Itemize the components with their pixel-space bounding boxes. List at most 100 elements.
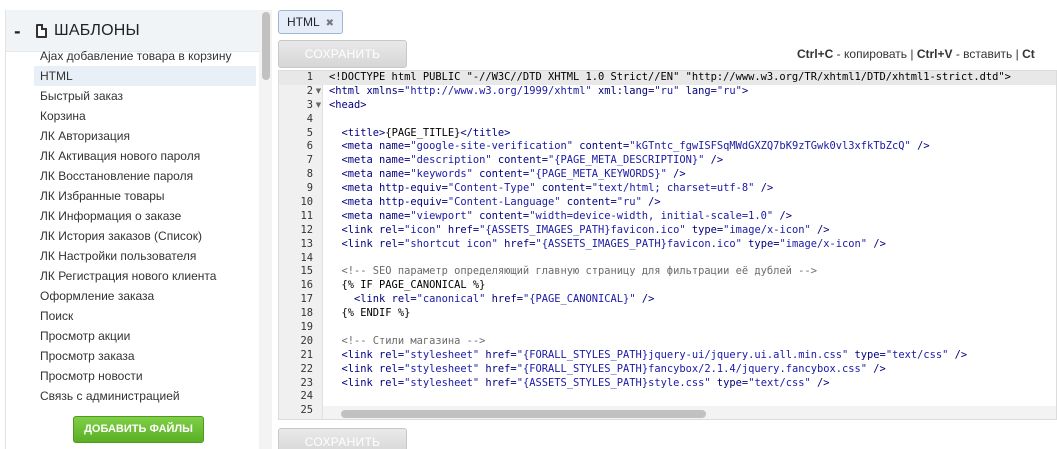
code-token: <!DOCTYPE html PUBLIC "-//W3C//DTD XHTML… — [329, 71, 1011, 83]
fold-arrow-icon[interactable]: ▼ — [314, 85, 323, 99]
code-line[interactable]: 18 {% ENDIF %} — [279, 307, 1056, 321]
code-line[interactable]: 5 <title>{PAGE_TITLE}</title> — [279, 126, 1056, 141]
template-item[interactable]: ЛК История заказов (Список) — [34, 226, 256, 246]
copy-shortcut-key: Ctrl+C — [797, 47, 834, 61]
code-token: "{ASSETS_IMAGES_PATH}favicon.ico" — [535, 237, 742, 250]
code-line[interactable]: 4 — [279, 112, 1056, 127]
template-item[interactable]: ЛК Активация нового пароля — [34, 146, 256, 166]
code-line[interactable]: 21 <link rel="stylesheet" href="{FORALL_… — [279, 348, 1056, 363]
code-line[interactable]: 14 — [279, 252, 1056, 266]
code-token: <link — [329, 362, 380, 375]
code-token: "{PAGE_META_DESCRIPTION}" — [547, 154, 705, 167]
editor-scrollbar-thumb[interactable] — [341, 410, 706, 418]
code-token: content= — [535, 182, 592, 195]
fold-arrow-icon[interactable]: ▼ — [314, 99, 323, 113]
template-item[interactable]: Поиск — [34, 306, 256, 326]
code-line[interactable]: 10 <meta http-equiv="Content-Language" c… — [279, 196, 1056, 210]
code-token: lang= — [679, 84, 717, 97]
code-token: name= — [379, 209, 411, 222]
code-token: "{PAGE_CANONICAL}" — [522, 293, 636, 306]
template-item[interactable]: ЛК Настройки пользователя — [34, 246, 256, 266]
template-item[interactable]: ЛК Избранные товары — [34, 186, 256, 206]
template-item[interactable]: Просмотр заказа — [34, 346, 256, 366]
sidebar-scrollbar-thumb[interactable] — [262, 12, 270, 80]
code-token: rel= — [379, 362, 405, 375]
code-line[interactable]: 24 — [279, 390, 1056, 404]
line-number: 4 — [306, 112, 313, 125]
code-text: <head> — [329, 99, 367, 113]
code-text: <!-- SEO параметр определяющий главную с… — [329, 265, 817, 279]
code-token: "image/x-icon" — [779, 237, 868, 250]
code-token: "stylesheet" — [404, 362, 480, 375]
code-line[interactable]: 3 ▼ <head> — [279, 99, 1056, 113]
code-token: {PAGE_TITLE} — [385, 126, 461, 139]
code-text: <html xmlns="http://www.w3.org/1999/xhtm… — [329, 85, 748, 99]
template-item[interactable]: Быстрый заказ — [34, 86, 256, 106]
template-item[interactable]: ЛК Авторизация — [34, 126, 256, 146]
template-item[interactable]: ЛК Восстановление пароля — [34, 166, 256, 186]
code-token: "text/html; charset=utf-8" — [591, 182, 755, 195]
line-number: 5 — [306, 126, 313, 139]
template-item[interactable]: Просмотр новости — [34, 366, 256, 386]
code-line[interactable]: 19 — [279, 321, 1056, 335]
code-line[interactable]: 7 <meta name="description" content="{PAG… — [279, 154, 1056, 168]
line-number: 25 — [300, 404, 313, 417]
code-line[interactable]: 16 {% IF PAGE_CANONICAL %} — [279, 279, 1056, 293]
code-line[interactable]: 15 <!-- SEO параметр определяющий главну… — [279, 265, 1056, 279]
code-text: <meta name="google-site-verification" co… — [329, 140, 930, 154]
code-token: "keywords" — [410, 168, 473, 181]
editor-horizontal-scrollbar[interactable] — [323, 406, 1056, 419]
code-token: "{PAGE_META_KEYWORDS}" — [529, 168, 667, 181]
code-text: {% IF PAGE_CANONICAL %} — [329, 279, 486, 293]
code-token: /> — [810, 376, 830, 389]
line-number: 16 — [300, 279, 313, 292]
code-token: <meta — [329, 209, 380, 222]
code-line[interactable]: 8 <meta name="keywords" content="{PAGE_M… — [279, 168, 1056, 182]
template-item[interactable]: ЛК Информация о заказе — [34, 206, 256, 226]
code-line[interactable]: 9 <meta http-equiv="Content-Type" conten… — [279, 182, 1056, 196]
code-token: content= — [491, 154, 548, 167]
template-item[interactable]: Ajax добавление товара в корзину — [34, 46, 256, 66]
template-item[interactable]: Оформление заказа — [34, 286, 256, 306]
line-number: 17 — [300, 293, 313, 306]
code-token: "{FORALL_STYLES_PATH}fancybox/2.1.4/jque… — [516, 362, 868, 375]
code-text: <meta name="keywords" content="{PAGE_MET… — [329, 168, 686, 182]
code-line[interactable]: 11 <meta name="viewport" content="width=… — [279, 209, 1056, 224]
code-line[interactable]: 17 <link rel="canonical" href="{PAGE_CAN… — [279, 293, 1056, 307]
code-token: type= — [848, 348, 886, 361]
save-button-bottom[interactable]: СОХРАНИТЬ — [278, 428, 407, 449]
code-token: <meta — [329, 154, 380, 167]
template-item[interactable]: Просмотр акции — [34, 326, 256, 346]
code-token: <meta — [329, 168, 380, 181]
code-token: <head> — [329, 98, 367, 111]
code-token: rel= — [391, 293, 417, 306]
code-token: http-equiv= — [379, 196, 448, 209]
template-item[interactable]: HTML — [34, 66, 256, 86]
template-item[interactable]: Корзина — [34, 106, 256, 126]
code-line[interactable]: 20 <!-- Стили магазина --> — [279, 335, 1056, 349]
code-line[interactable]: 23 <link rel="stylesheet" href="{ASSETS_… — [279, 376, 1056, 391]
template-item[interactable]: ЛК Регистрация нового клиента — [34, 266, 256, 286]
tab-html[interactable]: HTML ✖ — [278, 10, 344, 34]
add-files-button[interactable]: ДОБАВИТЬ ФАЙЛЫ — [73, 416, 204, 443]
code-line[interactable]: 13 <link rel="shortcut icon" href="{ASSE… — [279, 237, 1056, 252]
code-token: <link — [329, 223, 380, 236]
code-line[interactable]: 6 <meta name="google-site-verification" … — [279, 140, 1056, 154]
line-number: 23 — [300, 376, 313, 389]
code-token: "kGTntc_fgwISFSqMWdGXZQ7bK9zTGwk0vl3xfkT… — [629, 140, 911, 153]
line-number: 18 — [300, 307, 313, 320]
code-lines[interactable]: 1 <!DOCTYPE html PUBLIC "-//W3C//DTD XHTM… — [279, 71, 1056, 418]
code-editor[interactable]: 1 <!DOCTYPE html PUBLIC "-//W3C//DTD XHTM… — [278, 70, 1057, 420]
code-token: <meta — [329, 196, 380, 209]
code-line[interactable]: 12 <link rel="icon" href="{ASSETS_IMAGES… — [279, 223, 1056, 238]
code-line[interactable]: 1 <!DOCTYPE html PUBLIC "-//W3C//DTD XHTM… — [279, 71, 1056, 85]
close-icon[interactable]: ✖ — [326, 18, 334, 29]
code-line[interactable]: 22 <link rel="stylesheet" href="{FORALL_… — [279, 362, 1056, 377]
code-token: /> — [754, 182, 774, 195]
collapse-toggle[interactable]: - — [14, 22, 21, 41]
code-token: <!-- SEO параметр определяющий главную с… — [329, 265, 817, 278]
sidebar-scrollbar[interactable] — [259, 10, 272, 449]
template-item[interactable]: Связь с администрацией — [34, 386, 256, 406]
save-button[interactable]: СОХРАНИТЬ — [278, 40, 407, 68]
code-line[interactable]: 2 ▼ <html xmlns="http://www.w3.org/1999/xh… — [279, 85, 1056, 99]
